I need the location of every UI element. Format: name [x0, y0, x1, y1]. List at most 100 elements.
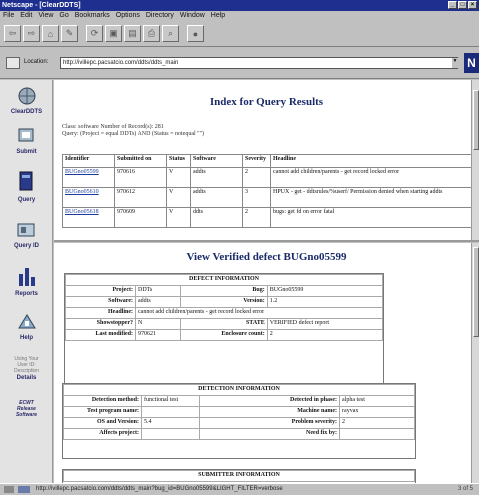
location-input[interactable]: http://ivillepc.pacsatcio.com/ddts/ddts_…	[60, 57, 458, 69]
column-header[interactable]: Software	[190, 154, 243, 168]
table-header-row: Identifier Submitted on Status Software …	[62, 154, 474, 168]
menu-file[interactable]: File	[3, 11, 14, 21]
defect-information-table: DEFECT INFORMATION Project: DDTs Bug: BU…	[65, 274, 384, 341]
status-bar: http://ivillepc.pacsatcio.com/ddts/ddts_…	[0, 483, 479, 495]
state-value: VERIFIED defect report	[266, 318, 384, 330]
detection-method-value: functional test	[141, 395, 200, 407]
open-button[interactable]: ▤	[124, 25, 141, 42]
images-icon: ▣	[109, 28, 118, 38]
security-key-icon	[4, 486, 14, 493]
find-button[interactable]: ⌕	[162, 25, 179, 42]
stop-button[interactable]: ●	[187, 25, 204, 42]
query-book-icon	[19, 171, 32, 191]
column-header[interactable]: Identifier	[62, 154, 115, 168]
query-results-frame: Index for Query Results Class: software …	[54, 80, 479, 242]
table-cell: V	[166, 187, 191, 208]
bug-id-link[interactable]: BUGno05618	[62, 207, 115, 228]
globe-icon	[18, 87, 35, 105]
field-label: Bug:	[180, 285, 268, 297]
location-dropdown-icon[interactable]: ▼	[452, 58, 458, 68]
sidebar-item-query[interactable]: Query	[0, 170, 53, 203]
table-cell: 970616	[114, 167, 167, 188]
column-header[interactable]: Submitted on	[114, 154, 167, 168]
column-header[interactable]: Severity	[242, 154, 271, 168]
menu-go[interactable]: Go	[59, 11, 68, 21]
menu-options[interactable]: Options	[116, 11, 140, 21]
table-cell: 970612	[114, 187, 167, 208]
menu-help[interactable]: Help	[211, 11, 225, 21]
status-text: http://ivillepc.pacsatcio.com/ddts/ddts_…	[36, 486, 283, 492]
images-button[interactable]: ▣	[105, 25, 122, 42]
mail-icon[interactable]	[18, 486, 30, 493]
defect-view-frame: View Verified defect BUGno05599 DEFECT I…	[54, 243, 479, 483]
table-cell: V	[166, 207, 191, 228]
bug-id-link[interactable]: BUGno05599	[62, 167, 115, 188]
column-header[interactable]: Headline	[270, 154, 474, 168]
menu-bar: File Edit View Go Bookmarks Options Dire…	[0, 11, 479, 21]
table-cell: HPUX - get - ddtsrules/%userf/ Permissio…	[270, 187, 474, 208]
headline-value: cannot add children/parents - get record…	[135, 307, 383, 319]
field-label: Detection method:	[63, 395, 142, 407]
help-icon	[17, 314, 36, 329]
back-arrow-icon: ⇦	[8, 28, 17, 38]
defect-information-box: DEFECT INFORMATION Project: DDTs Bug: BU…	[64, 273, 384, 390]
status-right-text: 3 of 5	[457, 486, 473, 492]
sidebar-item-label: Submit	[16, 149, 37, 155]
query-results-title: Index for Query Results	[209, 96, 324, 108]
menu-edit[interactable]: Edit	[20, 11, 32, 21]
minimize-button[interactable]: _	[448, 1, 457, 9]
field-label: Enclosure count:	[180, 329, 268, 341]
menu-bookmarks[interactable]: Bookmarks	[75, 11, 110, 21]
print-icon: ⎙	[147, 28, 156, 38]
bookmark-page-icon[interactable]	[6, 57, 20, 69]
sidebar-item-submit[interactable]: Submit	[0, 126, 53, 155]
detection-information-box: DETECTION INFORMATION Detection method: …	[62, 383, 416, 459]
field-label: Problem severity:	[198, 417, 341, 429]
sidebar-item-reports[interactable]: Reports	[0, 264, 53, 297]
field-label: Headline:	[65, 307, 136, 319]
defect-frame-scrollbar[interactable]	[471, 243, 479, 483]
field-label: Version:	[180, 296, 268, 308]
menu-view[interactable]: View	[38, 11, 53, 21]
table-row: BUGno05618 970609 V ddts 2 bugs: get fd …	[62, 207, 474, 228]
machine-name-value: rayvax	[339, 406, 415, 418]
column-header[interactable]: Status	[166, 154, 191, 168]
window-titlebar: Netscape - [ClearDDTS] _ □ ×	[0, 0, 479, 11]
location-label: Location:	[24, 59, 49, 65]
sidebar-logo[interactable]: ClearDDTS	[0, 86, 53, 115]
print-button[interactable]: ⎙	[143, 25, 160, 42]
back-button[interactable]: ⇦	[4, 25, 21, 42]
table-cell: addts	[190, 187, 243, 208]
window-title: Netscape - [ClearDDTS]	[2, 2, 81, 9]
problem-severity-value: 2	[339, 417, 415, 429]
sidebar-item-query-id[interactable]: Query ID	[0, 220, 53, 249]
sidebar-item-help[interactable]: Help	[0, 312, 53, 341]
section-header: DEFECT INFORMATION	[65, 274, 383, 286]
reload-button[interactable]: ⟳	[86, 25, 103, 42]
sidebar-faint-links[interactable]: Using Your User ID: Description Details	[0, 356, 53, 381]
scrollbar-thumb[interactable]	[473, 247, 479, 337]
sidebar-release-links[interactable]: ECWT Release Software	[0, 400, 53, 418]
need-fix-by-value	[339, 428, 415, 440]
query-results-table: Identifier Submitted on Status Software …	[62, 154, 474, 228]
bug-id-link[interactable]: BUGno05610	[62, 187, 115, 208]
query-meta-query: Query: (Project = equal DDTs) AND (Statu…	[62, 131, 205, 137]
menu-window[interactable]: Window	[180, 11, 205, 21]
maximize-button[interactable]: □	[458, 1, 467, 9]
edit-button[interactable]: ✎	[61, 25, 78, 42]
query-meta-class: Class: software Number of Record(s): 281	[62, 124, 164, 130]
menu-directory[interactable]: Directory	[146, 11, 174, 21]
scrollbar-thumb[interactable]	[473, 90, 479, 150]
test-program-value	[141, 406, 200, 418]
last-modified-value: 970621	[135, 329, 181, 341]
forward-button[interactable]: ⇨	[23, 25, 40, 42]
table-cell: 2	[242, 167, 271, 188]
detection-information-table: DETECTION INFORMATION Detection method: …	[63, 384, 415, 440]
toolbar: ⇦ ⇨ ⌂ ✎ ⟳ ▣ ▤ ⎙ ⌕ ●	[0, 21, 479, 47]
home-button[interactable]: ⌂	[42, 25, 59, 42]
field-label: Test program name:	[63, 406, 142, 418]
defect-view-title: View Verified defect BUGno05599	[186, 251, 347, 263]
query-frame-scrollbar[interactable]	[471, 80, 479, 240]
affects-project-value	[141, 428, 200, 440]
close-button[interactable]: ×	[468, 1, 477, 9]
